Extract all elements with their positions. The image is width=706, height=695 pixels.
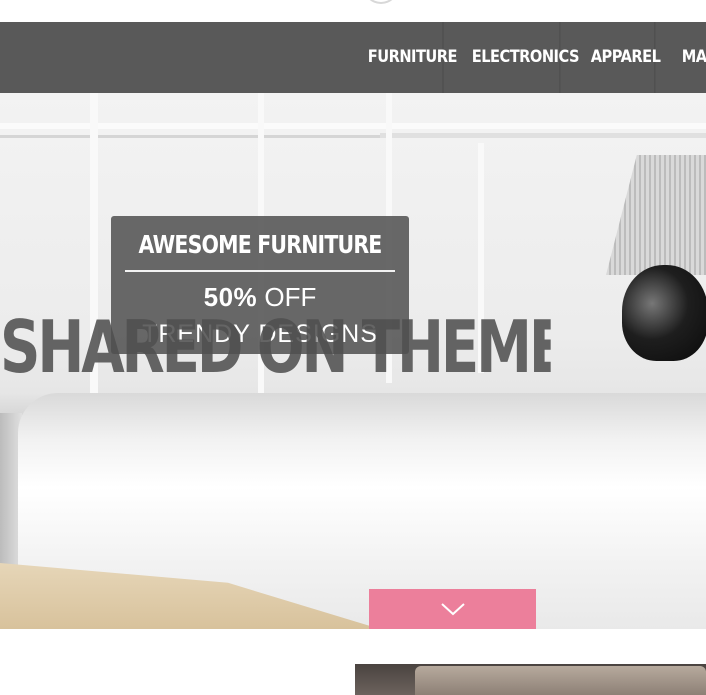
caption-divider: [125, 270, 395, 272]
scroll-down-button[interactable]: [369, 589, 536, 629]
lamp-shade: [606, 155, 706, 275]
caption-title: AWESOME FURNITURE: [138, 230, 382, 259]
caption-offer-percent: 50%: [203, 282, 258, 312]
nav-item-furniture[interactable]: FURNITURE: [354, 22, 458, 93]
watermark-text: SHARED ON THEMELOCK.COM: [0, 312, 551, 382]
hero-background-window: [380, 133, 706, 138]
lamp-base: [622, 265, 706, 361]
nav-item-electronics[interactable]: ELECTRONICS: [458, 22, 579, 93]
nav-menu: FURNITURE ELECTRONICS APPAREL MASTERS: [354, 22, 706, 93]
hero-background-window: [0, 123, 706, 129]
nav-item-masters[interactable]: MASTERS: [668, 22, 706, 93]
nav-item-apparel[interactable]: APPAREL: [577, 22, 661, 93]
caption-offer-text: OFF: [257, 282, 317, 312]
logo[interactable]: [363, 0, 399, 4]
chevron-down-icon: [441, 603, 465, 616]
caption-offer: 50% OFF: [111, 282, 409, 313]
page: FURNITURE ELECTRONICS APPAREL MASTERS AW…: [0, 0, 706, 695]
main-navigation: FURNITURE ELECTRONICS APPAREL MASTERS: [0, 22, 706, 93]
featured-product-image[interactable]: [355, 664, 706, 695]
sofa-image: [415, 666, 706, 695]
header-logo-area: [0, 0, 706, 22]
